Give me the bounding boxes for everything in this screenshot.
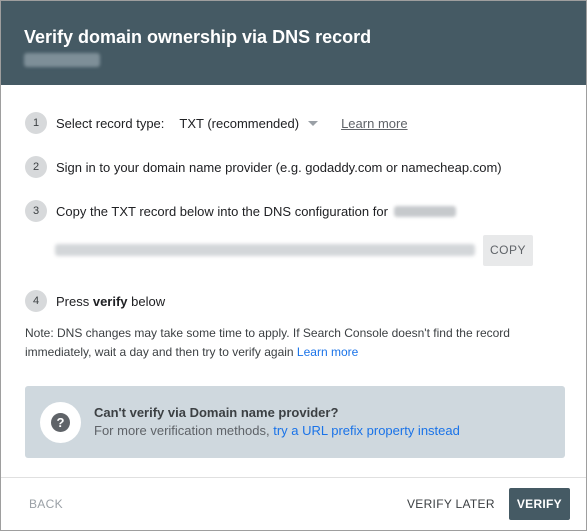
step-number: 4	[25, 290, 47, 312]
note-text: Note: DNS changes may take some time to …	[25, 326, 510, 359]
dns-note: Note: DNS changes may take some time to …	[25, 324, 545, 362]
step-label: Copy the TXT record below into the DNS c…	[56, 203, 388, 219]
dialog-title: Verify domain ownership via DNS record	[24, 27, 372, 47]
dialog-footer: BACK VERIFY LATER VERIFY	[1, 477, 586, 530]
note-learn-more-link[interactable]: Learn more	[297, 345, 358, 359]
chevron-down-icon	[308, 120, 319, 126]
record-type-select[interactable]: TXT (recommended)	[179, 115, 319, 131]
step-label-bold: verify	[92, 293, 128, 309]
alternative-method-banner: ? Can't verify via Domain name provider?…	[25, 386, 565, 458]
step-label: Select record type:	[56, 115, 165, 131]
copy-button[interactable]: COPY	[483, 234, 533, 266]
domain-name-redacted	[393, 205, 456, 217]
banner-desc-prefix: For more verification methods,	[94, 423, 270, 438]
banner-title: Can't verify via Domain name provider?	[94, 405, 339, 420]
step-1: 1 Select record type: TXT (recommended) …	[25, 111, 562, 135]
banner-description: For more verification methods, try a URL…	[94, 422, 460, 440]
banner-text: Can't verify via Domain name provider? F…	[94, 404, 460, 440]
dialog-header: Verify domain ownership via DNS record	[1, 1, 586, 85]
step-2: 2 Sign in to your domain name provider (…	[25, 155, 562, 179]
verify-later-button[interactable]: VERIFY LATER	[407, 497, 495, 511]
help-icon-container: ?	[40, 401, 81, 443]
dialog-body: 1 Select record type: TXT (recommended) …	[1, 111, 586, 458]
step-4: 4 Press verify below	[25, 289, 562, 313]
help-icon: ?	[51, 412, 70, 432]
step-label: Sign in to your domain name provider (e.…	[56, 159, 502, 175]
url-prefix-property-link[interactable]: try a URL prefix property instead	[273, 423, 460, 438]
learn-more-link[interactable]: Learn more	[341, 116, 407, 131]
domain-subtitle-redacted	[24, 53, 100, 67]
step-number: 1	[25, 112, 47, 134]
back-button[interactable]: BACK	[29, 497, 63, 511]
record-type-value: TXT (recommended)	[179, 115, 300, 131]
step-number: 3	[25, 200, 47, 222]
step-label-suffix: below	[127, 293, 166, 309]
step-3: 3 Copy the TXT record below into the DNS…	[25, 199, 562, 223]
verify-button[interactable]: VERIFY	[508, 488, 570, 520]
verify-dns-dialog: Verify domain ownership via DNS record 1…	[0, 0, 587, 531]
txt-record-value-redacted[interactable]	[55, 244, 475, 256]
txt-record-row: COPY	[55, 234, 562, 266]
step-label: Press verify below	[56, 294, 165, 309]
step-number: 2	[25, 156, 47, 178]
step-label-prefix: Press	[56, 293, 93, 309]
